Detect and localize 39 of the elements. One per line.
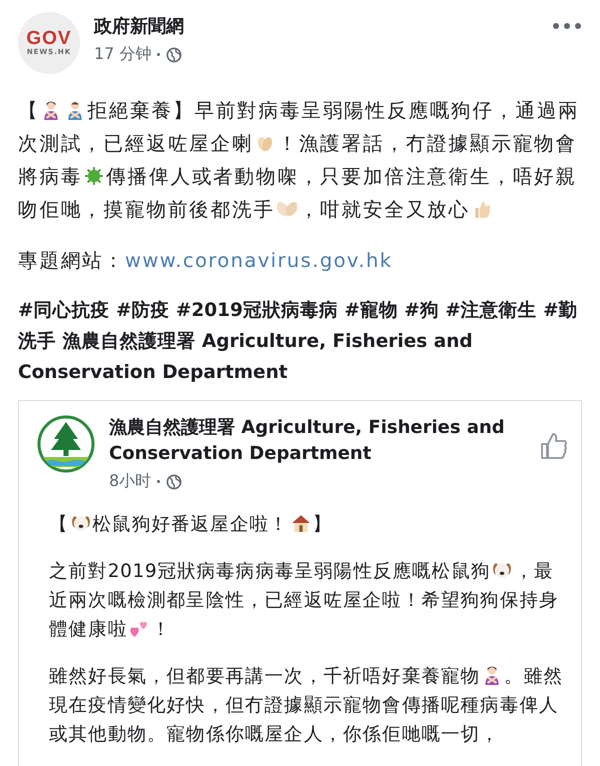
page-name[interactable]: 政府新聞網 xyxy=(94,14,538,38)
website-link[interactable]: www.coronavirus.gov.hk xyxy=(125,249,392,272)
post-text: #同心抗疫 #防疫 #2019冠狀病毒病 #寵物 #狗 #注意衛生 #勤 xyxy=(18,300,578,321)
post-text: 【 xyxy=(18,99,40,122)
post-text: 體健康啦 xyxy=(49,619,128,640)
emoji-icon xyxy=(276,199,297,219)
like-icon[interactable] xyxy=(539,431,569,461)
post-text: 之前對2019冠狀病毒病病毒呈弱陽性反應嘅松鼠狗 xyxy=(49,561,490,582)
page-name[interactable]: 漁農自然護理署 Agriculture, Fisheries and Conservation Department xyxy=(109,415,525,467)
globe-icon xyxy=(166,474,182,490)
post-text: 松鼠狗好番返屋企啦！ xyxy=(92,514,289,535)
tree-logo-icon[interactable] xyxy=(37,415,95,473)
post-text: 洗手 漁農自然護理署 Agriculture, Fisheries and xyxy=(18,331,473,352)
post-text: 近兩次嘅檢測都呈陰性，已經返咗屋企啦！希望狗狗保持身 xyxy=(49,590,559,611)
post-text: 雖然好長氣，但都要再講一次，千祈唔好棄養寵物 xyxy=(49,666,480,687)
post-text: 拒絕棄養】早前對病毒呈弱陽性反應嘅狗仔，通過兩 xyxy=(87,99,580,122)
emoji-icon xyxy=(290,513,311,533)
post-text: 傳播俾人或者動物㗎，只要加倍注意衛生，唔好親 xyxy=(106,165,578,188)
post-text: 。雖然 xyxy=(504,666,564,687)
post-time[interactable]: 17 分钟 xyxy=(94,44,152,65)
post-text: ！ xyxy=(151,619,172,640)
post-text: ，最 xyxy=(514,561,554,582)
shared-post-card[interactable] xyxy=(18,400,582,766)
link-label: 專題網站： xyxy=(18,249,125,272)
post-text: Conservation Department xyxy=(18,362,288,383)
post-text: 將病毒 xyxy=(18,165,82,188)
post-text: 】 xyxy=(312,514,332,535)
post-text: 或其他動物。寵物係你嘅屋企人，你係佢哋嘅一切， xyxy=(49,724,500,745)
post-text: 吻佢哋，摸寵物前後都洗手 xyxy=(18,198,275,221)
globe-icon xyxy=(166,46,182,62)
more-icon[interactable] xyxy=(552,22,582,30)
post-text: 次測試，已經返咗屋企喇 xyxy=(18,132,254,155)
logo-text: GOV xyxy=(26,30,72,48)
emoji-icon xyxy=(84,166,104,186)
post-time[interactable]: 8小时 xyxy=(109,471,152,492)
post-text: 【 xyxy=(49,514,69,535)
post-text: ，咁就安全又放心 xyxy=(298,198,470,221)
post-text: ！漁護署話，冇證據顯示寵物會 xyxy=(277,132,578,155)
post-text: 現在疫情變化好快，但冇證據顯示寵物會傳播呢種病毒俾人 xyxy=(49,695,559,716)
